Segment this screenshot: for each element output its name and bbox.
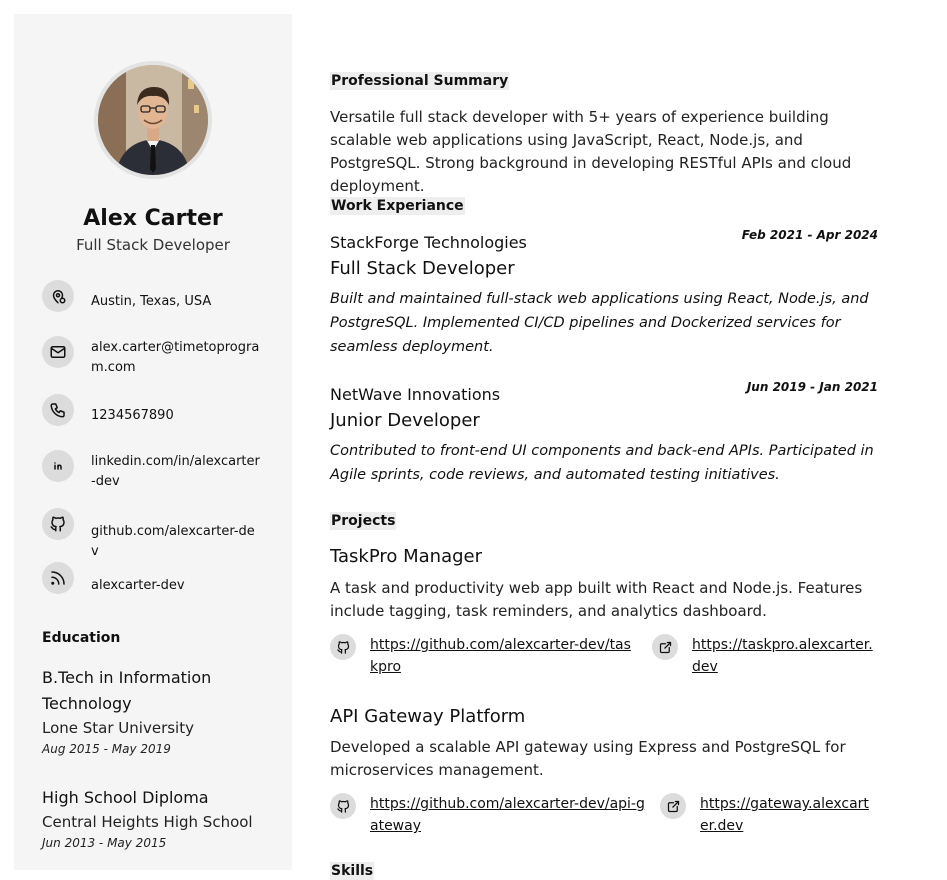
education-heading: Education xyxy=(42,630,121,646)
project-live-link[interactable]: https://taskpro.alexcarter.dev xyxy=(652,634,878,678)
job-description: Built and maintained full-stack web appl… xyxy=(330,291,869,355)
contact-location: Austin, Texas, USA xyxy=(42,280,282,312)
education-dates: Jun 2013 - May 2015 xyxy=(42,836,167,850)
external-link-icon xyxy=(652,634,678,660)
project-github-url[interactable]: https://github.com/alexcarter-dev/api-ga… xyxy=(370,793,646,837)
summary-text: Versatile full stack developer with 5+ y… xyxy=(330,108,852,195)
projects-heading: Projects xyxy=(330,512,397,530)
job-company: NetWave Innovations xyxy=(330,385,501,404)
contact-location-text: Austin, Texas, USA xyxy=(91,294,212,309)
project-github-url[interactable]: https://github.com/alexcarter-dev/taskpr… xyxy=(370,634,638,678)
profile-name: Alex Carter xyxy=(83,206,223,231)
education-degree: B.Tech in Information Technology xyxy=(42,668,212,713)
education-item: High School Diploma Central Heights High… xyxy=(42,785,282,853)
job-description: Contributed to front-end UI components a… xyxy=(330,443,874,483)
education-school: Lone Star University xyxy=(42,719,194,737)
contact-github-text[interactable]: github.com/alexcarter-dev xyxy=(91,522,261,562)
contact-linkedin-text[interactable]: linkedin.com/in/alexcarter-dev xyxy=(91,452,261,492)
rss-icon xyxy=(42,562,74,594)
phone-icon xyxy=(42,394,74,426)
github-icon xyxy=(330,634,356,660)
education-degree: High School Diploma xyxy=(42,788,209,807)
project-live-url[interactable]: https://gateway.alexcarter.dev xyxy=(700,793,876,837)
contact-email-text[interactable]: alex.carter@timetoprogram.com xyxy=(91,338,261,378)
contact-phone[interactable]: 1234567890 xyxy=(42,394,282,426)
skills-heading: Skills xyxy=(330,862,375,880)
work-heading: Work Experiance xyxy=(330,197,465,215)
github-icon xyxy=(42,508,74,540)
contact-linkedin[interactable]: linkedin.com/in/alexcarter-dev xyxy=(42,450,282,492)
project-live-link[interactable]: https://gateway.alexcarter.dev xyxy=(660,793,878,837)
project-title: TaskPro Manager xyxy=(330,546,483,567)
job-role: Full Stack Developer xyxy=(330,258,515,279)
external-link-icon xyxy=(660,793,686,819)
github-icon xyxy=(330,793,356,819)
contact-github[interactable]: github.com/alexcarter-dev xyxy=(42,508,282,562)
project-live-url[interactable]: https://taskpro.alexcarter.dev xyxy=(692,634,876,678)
job-role: Junior Developer xyxy=(330,410,480,431)
education-school: Central Heights High School xyxy=(42,813,253,831)
project-title: API Gateway Platform xyxy=(330,706,526,727)
project-github-link[interactable]: https://github.com/alexcarter-dev/api-ga… xyxy=(330,793,648,837)
summary-heading: Professional Summary xyxy=(330,72,510,90)
job-dates: Jun 2019 - Jan 2021 xyxy=(746,380,878,394)
avatar xyxy=(94,61,212,179)
job-company: StackForge Technologies xyxy=(330,233,527,252)
job-dates: Feb 2021 - Apr 2024 xyxy=(741,228,878,242)
contact-website[interactable]: alexcarter-dev xyxy=(42,562,282,596)
mail-icon xyxy=(42,336,74,368)
contact-website-text[interactable]: alexcarter-dev xyxy=(91,576,261,596)
contact-phone-text[interactable]: 1234567890 xyxy=(91,406,261,426)
project-description: Developed a scalable API gateway using E… xyxy=(330,738,846,779)
sidebar: Alex Carter Full Stack Developer Austin,… xyxy=(14,14,292,870)
education-item: B.Tech in Information Technology Lone St… xyxy=(42,665,282,759)
profile-title: Full Stack Developer xyxy=(76,236,230,254)
project-description: A task and productivity web app built wi… xyxy=(330,579,863,620)
location-pin-icon xyxy=(42,280,74,312)
education-dates: Aug 2015 - May 2019 xyxy=(42,742,171,756)
contact-email[interactable]: alex.carter@timetoprogram.com xyxy=(42,336,282,378)
project-github-link[interactable]: https://github.com/alexcarter-dev/taskpr… xyxy=(330,634,640,678)
linkedin-icon xyxy=(42,450,74,482)
